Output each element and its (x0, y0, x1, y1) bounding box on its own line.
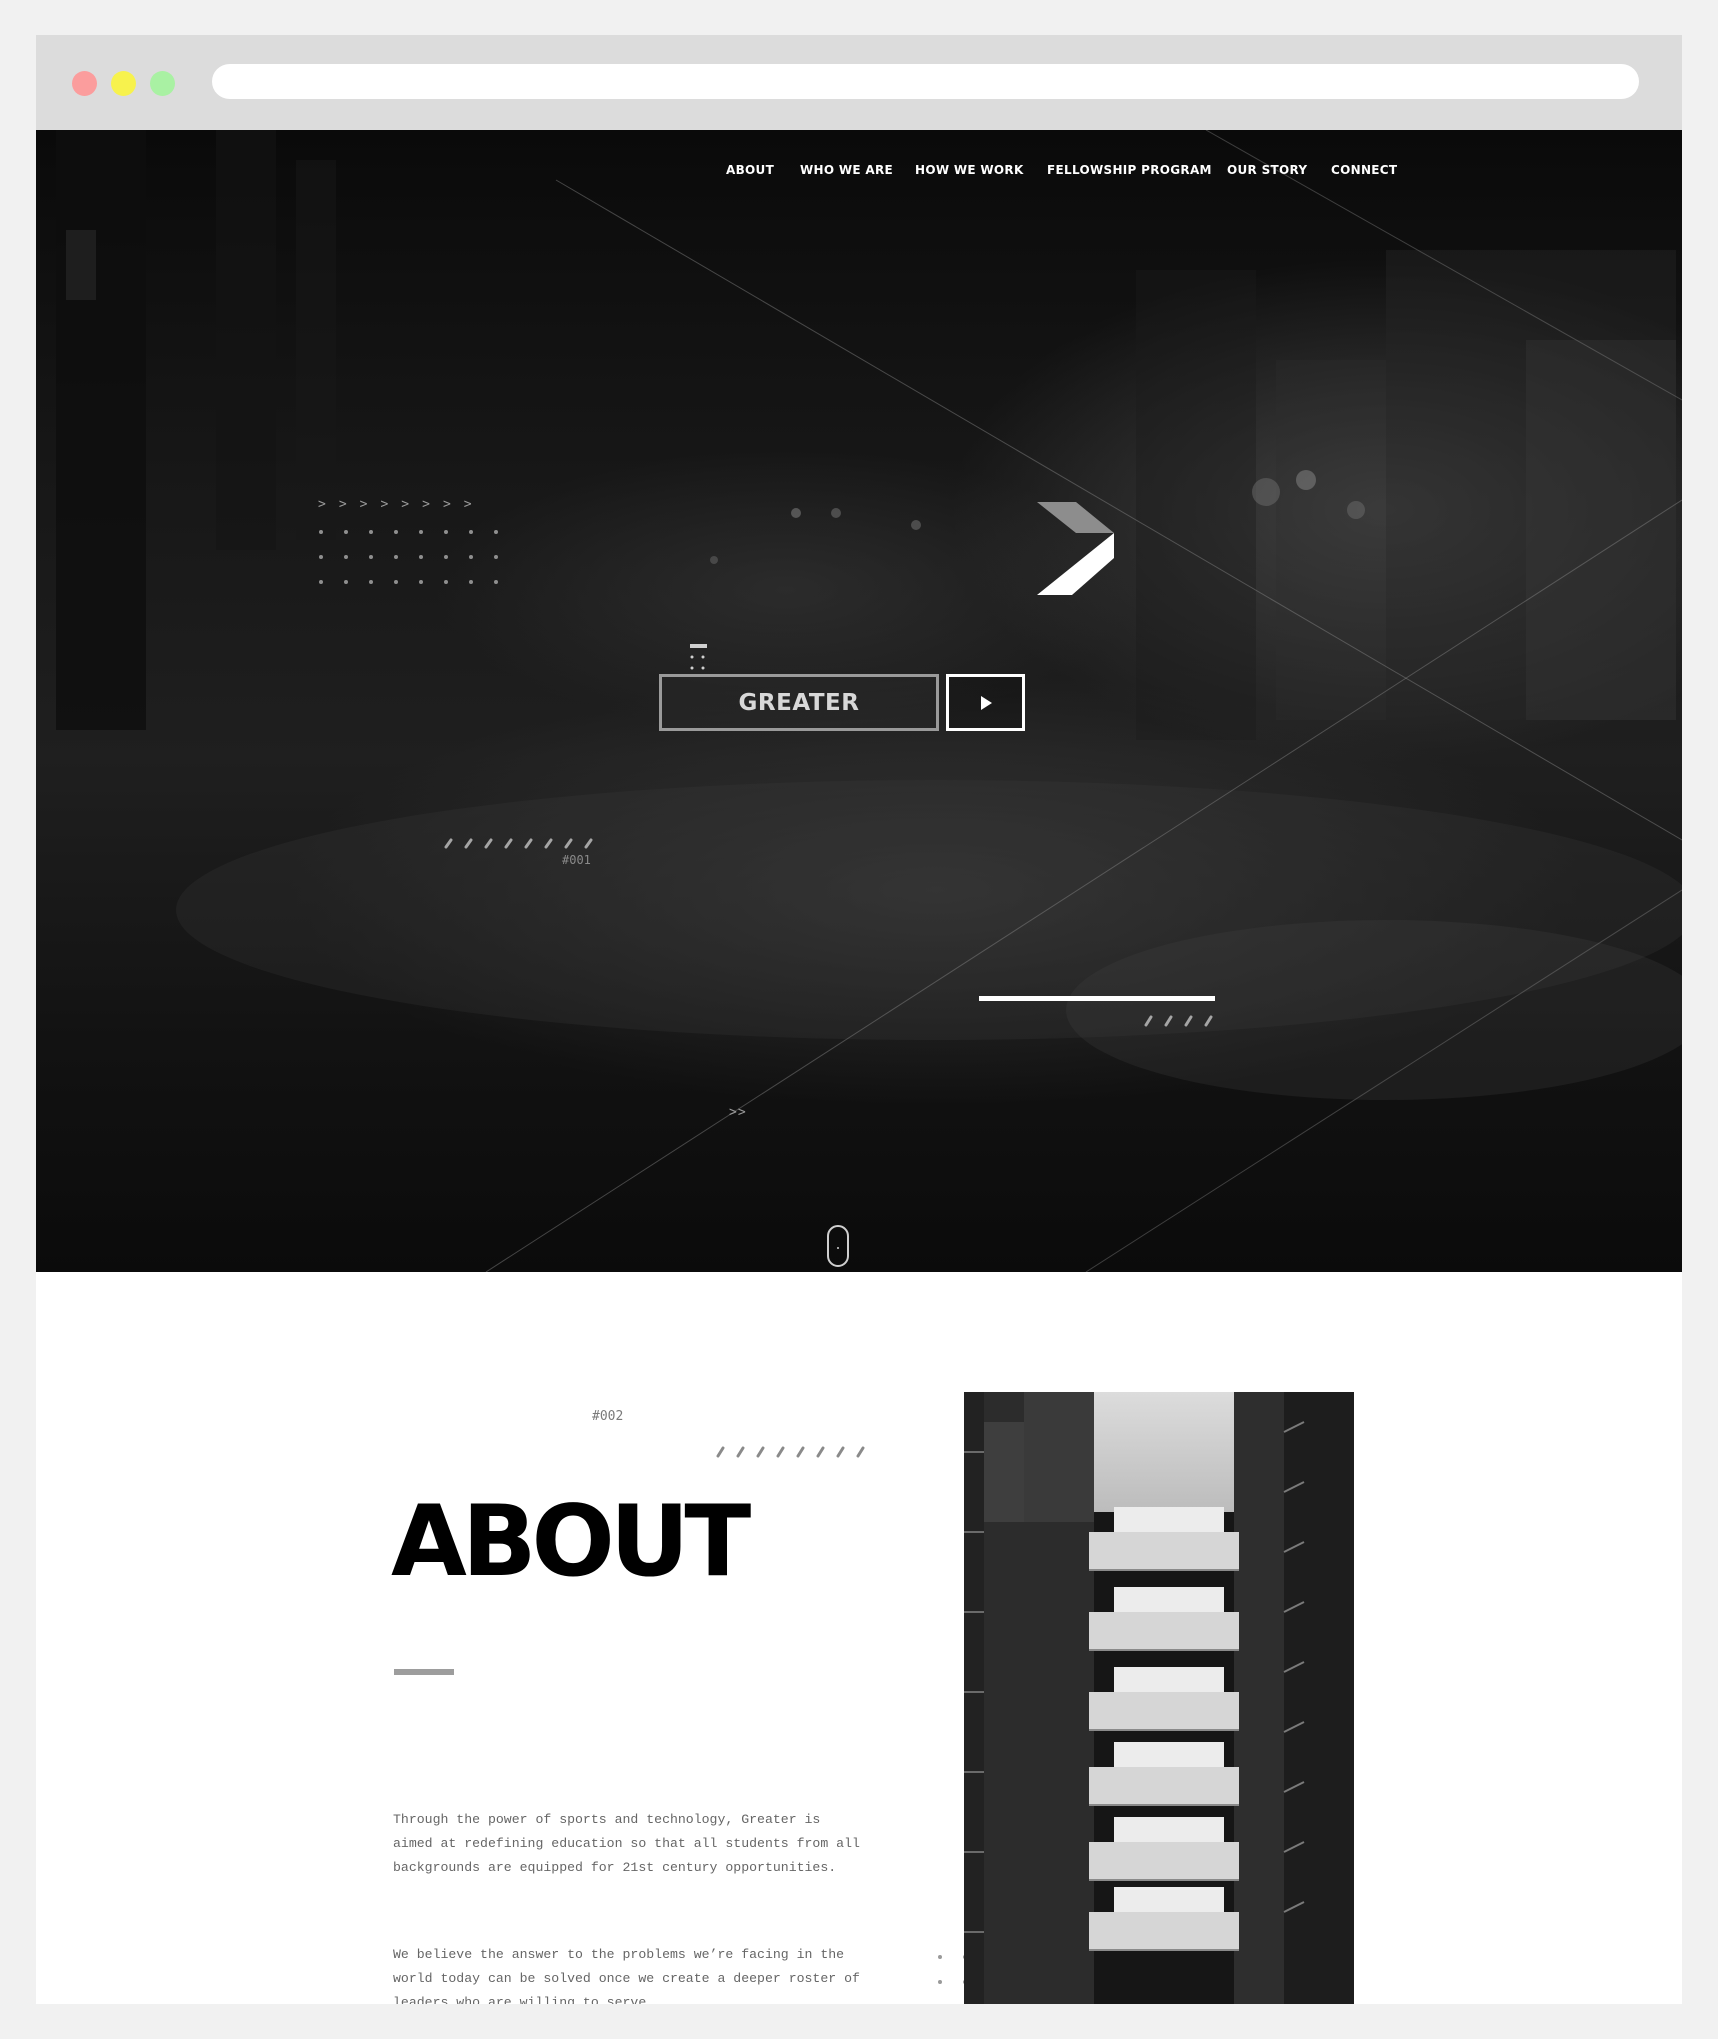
slash-marks-about (716, 1446, 865, 1458)
building-photo (964, 1392, 1354, 2004)
nav-item-how-we-work[interactable]: HOW WE WORK (915, 163, 1024, 177)
building-photo-art (964, 1392, 1354, 2004)
greater-button[interactable]: GREATER (659, 674, 939, 731)
close-window-button[interactable] (72, 71, 97, 96)
about-title: ABOUT (391, 1485, 751, 1599)
nav-item-who-we-are[interactable]: WHO WE ARE (800, 163, 893, 177)
address-bar[interactable] (212, 64, 1639, 99)
title-underline (394, 1669, 454, 1675)
chevron-logo-icon (1037, 502, 1114, 595)
white-bar-decoration (979, 996, 1215, 1001)
browser-window: >>>>>>>> ABOUT WHO WE ARE HOW WE WORK FE… (36, 35, 1682, 2004)
nav-item-about[interactable]: ABOUT (726, 163, 774, 177)
mouse-scroll-icon[interactable] (827, 1225, 849, 1267)
nav-item-our-story[interactable]: OUR STORY (1227, 163, 1307, 177)
maximize-window-button[interactable] (150, 71, 175, 96)
browser-chrome (36, 35, 1682, 130)
nav-item-fellowship-program[interactable]: FELLOWSHIP PROGRAM (1047, 163, 1212, 177)
minimize-window-button[interactable] (111, 71, 136, 96)
nav-item-connect[interactable]: CONNECT (1331, 163, 1397, 177)
about-paragraph-2: We believe the answer to the problems we… (393, 1947, 860, 2004)
double-chevron-icon: >> (729, 1105, 747, 1120)
about-section: #002 ABOUT Through the power of sports a… (36, 1272, 1682, 2004)
play-video-button[interactable] (946, 674, 1025, 731)
section-number-002: #002 (592, 1409, 624, 1424)
dot-grid-decoration: >>>>>>>> (318, 497, 498, 584)
play-icon (980, 695, 992, 710)
about-paragraph-1: Through the power of sports and technolo… (393, 1812, 860, 1875)
svg-text:>>>>>>>>: >>>>>>>> (318, 497, 485, 512)
main-nav: ABOUT WHO WE ARE HOW WE WORK FELLOWSHIP … (36, 163, 1682, 183)
small-marker-decoration (690, 644, 707, 670)
section-number-001: #001 (562, 853, 591, 867)
hero-section: >>>>>>>> ABOUT WHO WE ARE HOW WE WORK FE… (36, 130, 1682, 1272)
